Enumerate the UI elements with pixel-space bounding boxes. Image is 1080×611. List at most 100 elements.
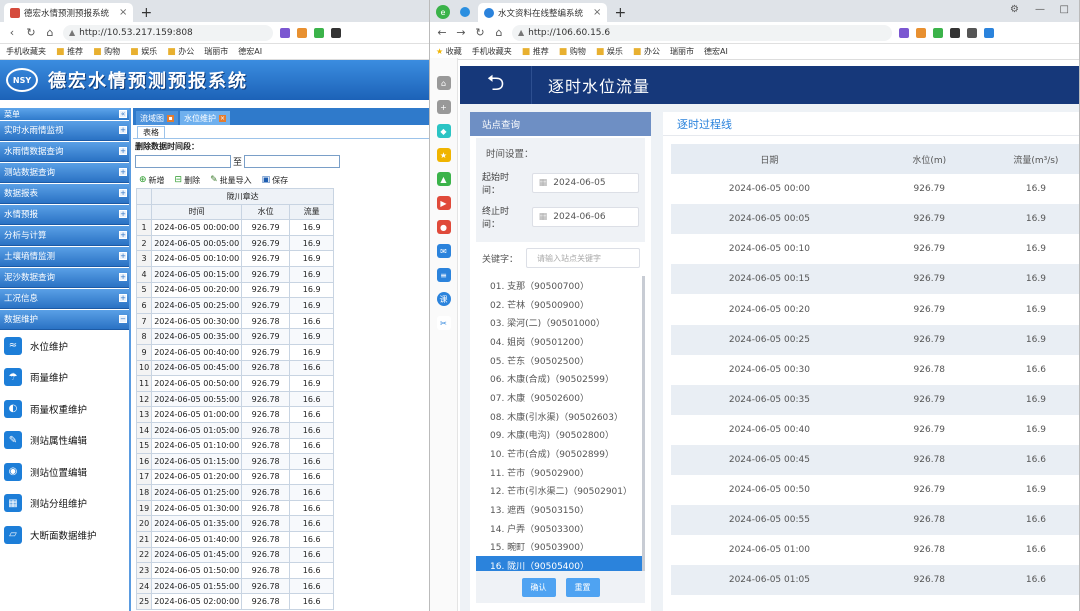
delete-button[interactable]: ⊟ 删除 bbox=[175, 175, 201, 186]
table-row[interactable]: 2024-06-05 00:50 926.79 16.9 bbox=[671, 475, 1079, 505]
table-cell[interactable]: 16.9 bbox=[289, 281, 335, 299]
table-cell[interactable]: 926.79 bbox=[241, 219, 291, 236]
menu-item[interactable]: 水雨情数据查询 + bbox=[0, 141, 129, 162]
minimize-icon[interactable]: — bbox=[1035, 4, 1045, 15]
station-item[interactable]: 07. 木康（90502600） bbox=[476, 388, 642, 407]
table-cell[interactable]: 16.6 bbox=[289, 359, 335, 377]
column-header[interactable]: 流量(m³/s) bbox=[990, 144, 1079, 175]
start-time-input[interactable] bbox=[135, 154, 231, 168]
table-row[interactable]: 22 2024-06-05 01:45:00 926.78 16.6 bbox=[135, 546, 335, 564]
table-cell[interactable]: 2024-06-05 00:45:00 bbox=[151, 359, 243, 377]
table-row[interactable]: 18 2024-06-05 01:25:00 926.78 16.6 bbox=[135, 484, 335, 501]
back-arrow-icon[interactable]: ⮌ bbox=[460, 66, 532, 104]
bookmark-item[interactable]: ■ 购物 bbox=[93, 46, 120, 57]
bookmark-item[interactable]: ■ 办公 bbox=[167, 46, 194, 57]
end-date-input[interactable]: ▦ 2024-06-06 bbox=[531, 207, 639, 227]
table-cell[interactable]: 926.79 bbox=[241, 343, 291, 361]
maximize-icon[interactable]: □ bbox=[1060, 4, 1069, 15]
table-row[interactable]: 13 2024-06-05 01:00:00 926.78 16.6 bbox=[135, 406, 335, 423]
table-row[interactable]: 16 2024-06-05 01:15:00 926.78 16.6 bbox=[135, 453, 335, 470]
table-row[interactable]: 9 2024-06-05 00:40:00 926.79 16.9 bbox=[135, 343, 335, 361]
puzzle-icon[interactable] bbox=[950, 27, 960, 38]
refresh-icon[interactable]: ↻ bbox=[474, 26, 486, 39]
sub-menu-item[interactable]: ✎ 测站属性编辑 bbox=[0, 425, 129, 457]
table-cell[interactable]: 2024-06-05 01:15:00 bbox=[151, 453, 243, 470]
table-row[interactable]: 2024-06-05 01:00 926.78 16.6 bbox=[671, 535, 1079, 565]
table-cell[interactable]: 16.6 bbox=[289, 546, 335, 564]
new-button[interactable]: ⊕ 新增 bbox=[139, 175, 165, 186]
table-cell[interactable]: 2024-06-05 01:10:00 bbox=[151, 437, 243, 455]
keyword-input[interactable]: 请输入站点关键字 bbox=[526, 248, 641, 268]
station-item[interactable]: 10. 芒市(合成)（90502899） bbox=[476, 444, 642, 463]
forward-icon[interactable]: → bbox=[455, 26, 467, 39]
table-cell[interactable]: 16.9 bbox=[289, 343, 335, 361]
table-cell[interactable]: 16.6 bbox=[289, 453, 335, 470]
table-row[interactable]: 23 2024-06-05 01:50:00 926.78 16.6 bbox=[135, 562, 335, 579]
sub-menu-item[interactable]: ◐ 雨量权重维护 bbox=[0, 393, 129, 425]
table-row[interactable]: 4 2024-06-05 00:15:00 926.79 16.9 bbox=[135, 265, 335, 283]
station-item[interactable]: 12. 芒市(引水渠二)（90502901） bbox=[476, 482, 642, 501]
end-time-input[interactable] bbox=[244, 154, 341, 168]
table-cell[interactable]: 926.79 bbox=[241, 375, 291, 392]
table-cell[interactable]: 2024-06-05 00:05:00 bbox=[151, 234, 243, 252]
bookmark-item[interactable]: 德宏AI bbox=[238, 46, 262, 57]
table-cell[interactable]: 2024-06-05 01:45:00 bbox=[151, 546, 243, 564]
table-cell[interactable]: 2024-06-05 00:15:00 bbox=[151, 265, 243, 283]
bookmark-item[interactable]: 瑞丽市 bbox=[670, 46, 694, 57]
table-row[interactable]: 2024-06-05 00:05 926.79 16.9 bbox=[671, 204, 1079, 235]
table-cell[interactable]: 926.78 bbox=[241, 593, 291, 611]
table-row[interactable]: 2024-06-05 00:35 926.79 16.9 bbox=[671, 384, 1079, 415]
station-item[interactable]: 08. 木康(引水渠)（90502603） bbox=[476, 407, 642, 426]
station-item[interactable]: 06. 木康(合成)（90502599） bbox=[476, 369, 642, 388]
column-header[interactable]: 水位(m) bbox=[867, 144, 991, 175]
table-cell[interactable]: 926.78 bbox=[241, 421, 291, 439]
reset-button[interactable]: 重置 bbox=[565, 577, 600, 597]
bookmark-item[interactable]: ■ 购物 bbox=[559, 46, 586, 57]
menu-item[interactable]: 泥沙数据查询 + bbox=[0, 267, 129, 288]
table-cell[interactable]: 926.79 bbox=[241, 297, 291, 314]
table-row[interactable]: 14 2024-06-05 01:05:00 926.78 16.6 bbox=[135, 421, 335, 439]
expand-icon[interactable]: + bbox=[119, 147, 127, 156]
table-cell[interactable]: 926.78 bbox=[241, 546, 291, 564]
column-header[interactable]: 日期 bbox=[671, 144, 868, 175]
table-cell[interactable]: 926.79 bbox=[241, 234, 291, 252]
table-row[interactable]: 6 2024-06-05 00:25:00 926.79 16.9 bbox=[135, 297, 335, 314]
table-cell[interactable]: 2024-06-05 01:50:00 bbox=[151, 562, 243, 579]
table-cell[interactable]: 926.78 bbox=[241, 437, 291, 455]
left-url-field[interactable]: ▲ http://10.53.217.159:808 bbox=[63, 24, 273, 41]
expand-icon[interactable]: + bbox=[119, 210, 127, 219]
app-icon[interactable]: ◆ bbox=[436, 124, 451, 138]
table-cell[interactable]: 16.6 bbox=[289, 390, 335, 408]
window-icon[interactable] bbox=[331, 27, 341, 38]
menu-item[interactable]: 土壤墒情监测 + bbox=[0, 246, 129, 267]
table-cell[interactable]: 16.9 bbox=[289, 234, 335, 252]
station-item[interactable]: 13. 遮西（90503150） bbox=[476, 500, 642, 519]
back-icon[interactable]: ← bbox=[436, 26, 448, 39]
column-header[interactable]: 流量 bbox=[289, 203, 335, 221]
batch-import-button[interactable]: ✎ 批量导入 bbox=[210, 175, 252, 186]
sub-menu-item[interactable]: ◉ 测站位置编辑 bbox=[0, 456, 129, 488]
table-cell[interactable]: 926.79 bbox=[241, 250, 291, 267]
table-row[interactable]: 2024-06-05 00:30 926.78 16.6 bbox=[671, 355, 1079, 385]
table-row[interactable]: 2024-06-05 01:05 926.78 16.6 bbox=[671, 565, 1079, 596]
table-cell[interactable]: 926.78 bbox=[241, 562, 291, 579]
table-cell[interactable]: 926.78 bbox=[241, 484, 291, 501]
table-row[interactable]: 10 2024-06-05 00:45:00 926.78 16.6 bbox=[135, 359, 335, 377]
sub-menu-item[interactable]: ▦ 测站分组维护 bbox=[0, 488, 129, 520]
browser-logo-icon[interactable]: e bbox=[436, 5, 450, 19]
station-item[interactable]: 02. 芒林（90500900） bbox=[476, 295, 642, 314]
wechat-icon[interactable] bbox=[933, 27, 943, 38]
table-cell[interactable]: 16.6 bbox=[289, 562, 335, 579]
table-cell[interactable]: 926.78 bbox=[241, 499, 291, 517]
expand-icon[interactable]: + bbox=[119, 273, 127, 282]
table-cell[interactable]: 2024-06-05 01:00:00 bbox=[151, 406, 243, 423]
close-tab-icon[interactable]: × bbox=[593, 7, 601, 18]
menu-item[interactable]: 水情预报 + bbox=[0, 204, 129, 225]
expand-icon[interactable]: + bbox=[119, 189, 127, 198]
scissors-icon[interactable]: ✂ bbox=[436, 316, 451, 330]
table-row[interactable]: 3 2024-06-05 00:10:00 926.79 16.9 bbox=[135, 250, 335, 267]
back-icon[interactable]: ‹ bbox=[6, 26, 18, 39]
table-cell[interactable]: 926.78 bbox=[241, 468, 291, 486]
table-cell[interactable]: 926.78 bbox=[241, 515, 291, 533]
home-icon[interactable]: ⌂ bbox=[493, 26, 505, 39]
